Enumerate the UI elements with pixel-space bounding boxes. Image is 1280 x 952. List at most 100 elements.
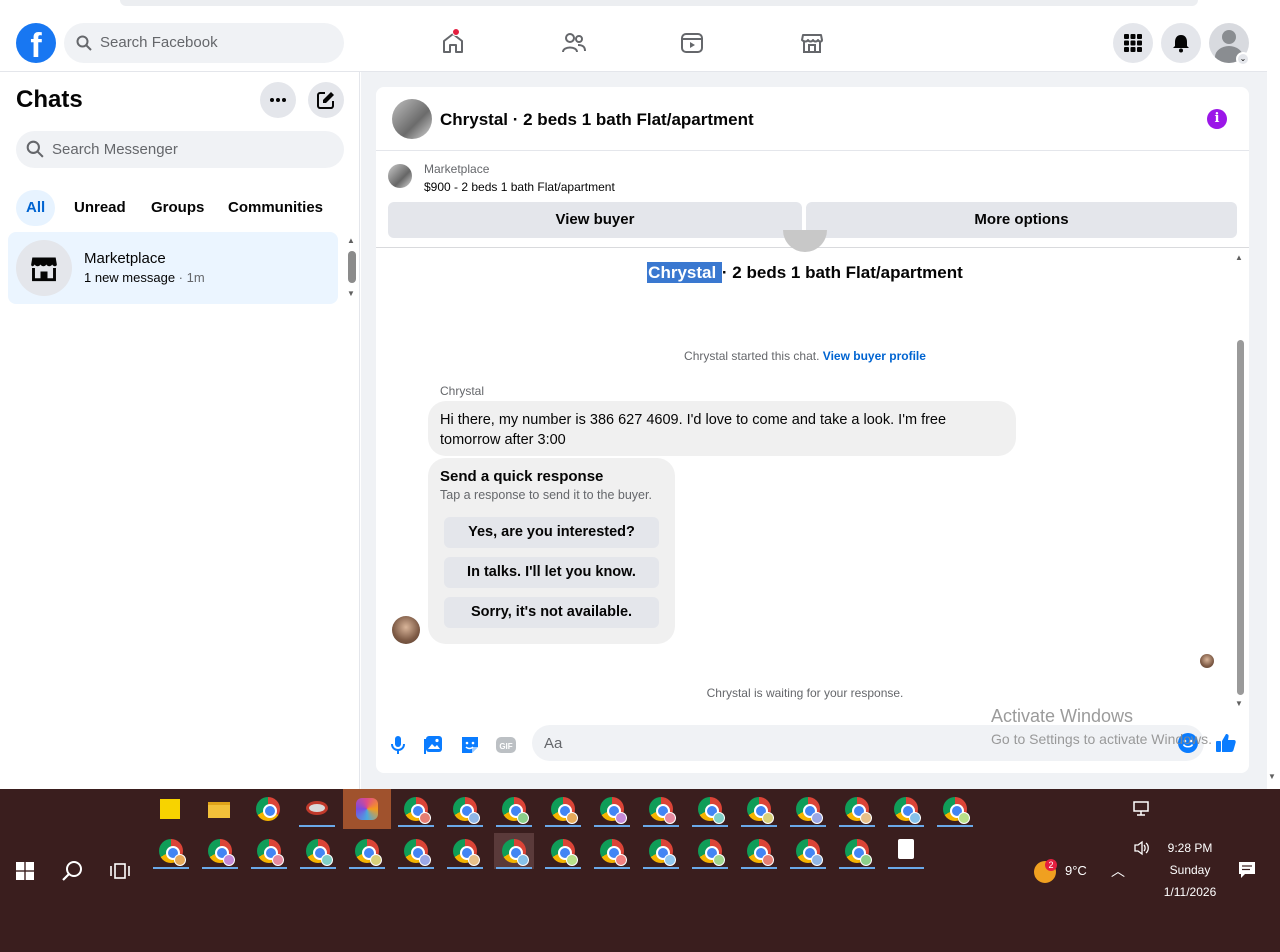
chrome-profile-window-icon[interactable] — [739, 791, 779, 827]
notification-center-icon[interactable] — [1238, 861, 1256, 879]
browser-address-bar[interactable] — [120, 0, 1198, 6]
sticky-notes-icon[interactable] — [150, 791, 190, 827]
chrome-profile-window-icon[interactable] — [788, 833, 828, 869]
quick-response-in-talks[interactable]: In talks. I'll let you know. — [444, 557, 659, 588]
view-buyer-button[interactable]: View buyer — [388, 202, 802, 238]
chrome-profile-window-icon[interactable] — [151, 833, 191, 869]
running-indicator — [741, 825, 777, 827]
conversation-scrollbar[interactable] — [1237, 340, 1244, 695]
chrome-profile-window-icon[interactable] — [788, 791, 828, 827]
running-indicator — [790, 825, 826, 827]
task-view-icon[interactable] — [110, 861, 130, 881]
info-icon[interactable]: i — [1207, 109, 1227, 129]
view-buyer-profile-link[interactable]: View buyer profile — [823, 349, 926, 363]
chrome-profile-window-icon[interactable] — [543, 791, 583, 827]
chrome-profile-window-icon[interactable] — [494, 833, 534, 869]
chrome-profile-window-icon[interactable] — [445, 791, 485, 827]
chrome-profile-window-icon[interactable] — [249, 833, 289, 869]
copilot-icon[interactable] — [343, 789, 391, 829]
chrome-profile-window-icon[interactable] — [543, 833, 583, 869]
chrome-profile-window-icon[interactable] — [200, 833, 240, 869]
seen-indicator-avatar — [1200, 654, 1214, 668]
chrome-icon[interactable] — [248, 791, 288, 827]
scroll-up-icon[interactable]: ▲ — [347, 236, 355, 245]
chrome-profile-window-icon[interactable] — [494, 791, 534, 827]
page-scroll-down-icon[interactable]: ▼ — [1268, 772, 1276, 781]
chrome-profile-window-icon[interactable] — [445, 833, 485, 869]
chevron-down-icon[interactable]: ⌄ — [1236, 52, 1250, 66]
chrome-profile-window-icon[interactable] — [886, 791, 926, 827]
chrome-profile-window-icon[interactable] — [592, 791, 632, 827]
show-hidden-icons-icon[interactable]: ︿ — [1111, 861, 1125, 881]
chat-list-item[interactable]: Marketplace 1 new message · 1m — [8, 232, 338, 304]
conversation-intro-title: Chrystal · 2 beds 1 bath Flat/apartment — [376, 262, 1234, 283]
friends-tab[interactable] — [543, 22, 603, 64]
filter-groups[interactable]: Groups — [141, 190, 214, 226]
sender-avatar[interactable] — [392, 616, 420, 644]
marketplace-tab[interactable] — [782, 22, 842, 64]
snipping-tool-icon[interactable] — [297, 791, 337, 827]
conversation-title[interactable]: Chrystal · 2 beds 1 bath Flat/apartment — [440, 110, 754, 130]
listing-avatar[interactable] — [392, 99, 432, 139]
scroll-down-icon[interactable]: ▼ — [347, 289, 355, 298]
running-indicator — [545, 867, 581, 869]
more-options-button[interactable]: More options — [806, 202, 1237, 238]
chrome-profile-window-icon[interactable] — [690, 833, 730, 869]
quick-response-interested[interactable]: Yes, are you interested? — [444, 517, 659, 548]
chrome-profile-window-icon[interactable] — [837, 833, 877, 869]
notifications-button[interactable] — [1161, 23, 1201, 63]
sidebar-scrollbar[interactable] — [348, 251, 356, 283]
chrome-profile-window-icon[interactable] — [592, 833, 632, 869]
chrome-profile-window-icon[interactable] — [935, 791, 975, 827]
speaker-icon[interactable] — [1133, 840, 1151, 856]
filter-all[interactable]: All — [16, 190, 56, 226]
filter-unread[interactable]: Unread — [64, 190, 136, 226]
chrome-profile-window-icon[interactable] — [641, 833, 681, 869]
network-icon[interactable] — [1133, 801, 1151, 817]
avatar-head — [1222, 30, 1236, 44]
chrome-profile-window-icon[interactable] — [396, 833, 436, 869]
photo-icon[interactable] — [422, 733, 446, 757]
chrome-profile-window-icon[interactable] — [690, 791, 730, 827]
clock-day[interactable]: Sunday — [1160, 859, 1220, 881]
sticker-icon[interactable] — [458, 733, 482, 757]
search-icon[interactable] — [61, 860, 83, 882]
chrome-profile-window-icon[interactable] — [739, 833, 779, 869]
menu-button[interactable] — [1113, 23, 1153, 63]
clock-time[interactable]: 9:28 PM — [1160, 837, 1220, 859]
chrome-profile-window-icon[interactable] — [641, 791, 681, 827]
profile-badge — [321, 854, 333, 866]
messenger-search-placeholder: Search Messenger — [52, 141, 178, 158]
facebook-logo-icon[interactable]: f — [16, 23, 56, 63]
chat-options-button[interactable] — [260, 82, 296, 118]
home-tab[interactable] — [423, 22, 483, 64]
chrome-profile-window-icon[interactable] — [298, 833, 338, 869]
chrome-profile-window-icon[interactable] — [837, 791, 877, 827]
gif-icon[interactable]: GIF — [494, 733, 518, 757]
facebook-search-input[interactable]: Search Facebook — [64, 23, 344, 63]
document-icon[interactable] — [886, 833, 926, 869]
running-indicator — [349, 867, 385, 869]
new-message-button[interactable] — [308, 82, 344, 118]
chrome-profile-window-icon[interactable] — [396, 791, 436, 827]
file-explorer-icon[interactable] — [199, 791, 239, 827]
temperature[interactable]: 9°C — [1065, 863, 1087, 878]
messenger-search-input[interactable]: Search Messenger — [16, 131, 344, 168]
waiting-notice: Chrystal is waiting for your response. — [706, 686, 904, 700]
running-indicator — [741, 867, 777, 869]
chrome-profile-window-icon[interactable] — [347, 833, 387, 869]
chrome-logo — [256, 797, 280, 821]
profile-badge — [811, 854, 823, 866]
windows-start-icon[interactable] — [16, 862, 34, 880]
running-indicator — [496, 825, 532, 827]
quick-response-not-available[interactable]: Sorry, it's not available. — [444, 597, 659, 628]
filter-communities[interactable]: Communities — [218, 190, 333, 226]
like-icon[interactable] — [1214, 731, 1238, 760]
profile-badge — [860, 854, 872, 866]
scroll-up-icon[interactable]: ▲ — [1235, 253, 1243, 262]
scroll-down-icon[interactable]: ▼ — [1235, 699, 1243, 708]
conversation-header: Chrystal · 2 beds 1 bath Flat/apartment … — [376, 87, 1249, 151]
microphone-icon[interactable] — [386, 733, 410, 757]
video-tab[interactable] — [662, 22, 722, 64]
clock-date[interactable]: 1/11/2026 — [1160, 881, 1220, 903]
